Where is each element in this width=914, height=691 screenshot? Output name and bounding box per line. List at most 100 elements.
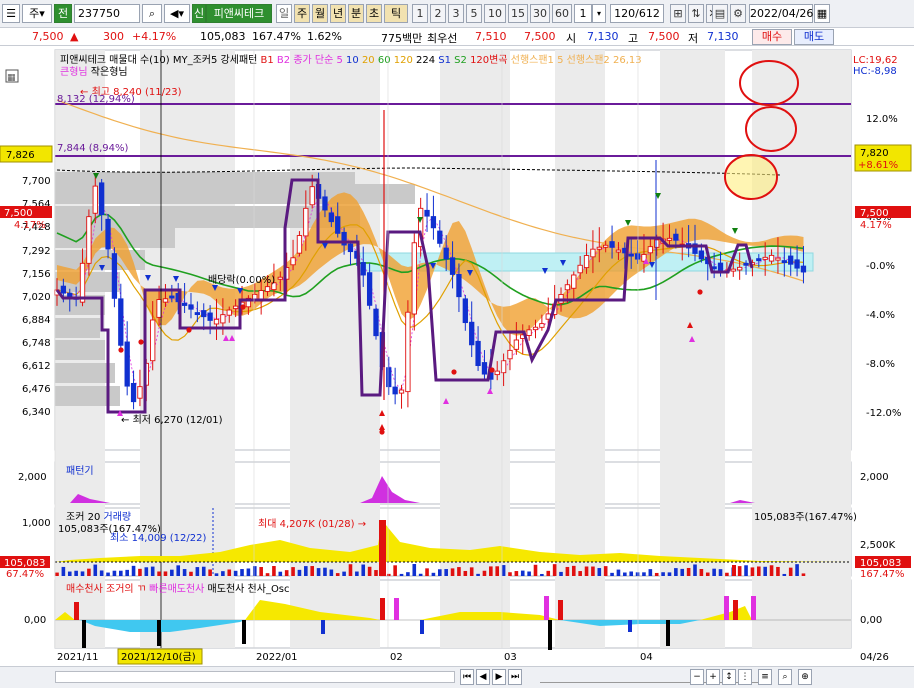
menu-icon[interactable]: ☰ <box>2 4 20 23</box>
count-field[interactable]: 1 <box>574 4 592 23</box>
legend-item[interactable]: 작은형님 <box>88 66 128 78</box>
open-label: 시 <box>566 32 577 45</box>
interval-1[interactable]: 1 <box>412 4 428 23</box>
period-week[interactable]: 주 <box>294 4 310 23</box>
cursor-price-text: 7,826 <box>6 150 35 161</box>
date-field[interactable]: 2022/04/26 <box>749 4 813 23</box>
search-chart-icon[interactable]: ⌕ <box>778 669 792 685</box>
period-tick[interactable]: 틱 <box>384 4 408 23</box>
legend-item[interactable]: 매수천사 <box>66 583 103 595</box>
legend-item[interactable]: 피앤씨테크 매물대 수(10) <box>60 54 170 66</box>
scroll-track[interactable] <box>55 671 455 683</box>
cursor-date-text: 2021/12/10(금) <box>121 651 196 663</box>
volume-bar <box>591 566 595 576</box>
candle-body <box>781 260 787 264</box>
legend-item[interactable]: 빠른매도천사 <box>146 583 204 595</box>
legend-item[interactable]: 천사_Osc <box>244 583 289 595</box>
interval-30[interactable]: 30 <box>530 4 550 23</box>
volume-min: 최소 14,009 (12/22) <box>110 532 206 544</box>
calendar-icon[interactable]: ▦ <box>814 4 830 23</box>
period-month[interactable]: 월 <box>312 4 328 23</box>
zoom-reset-icon[interactable]: ↕ <box>722 669 736 685</box>
grid-icon[interactable]: ⊞ <box>670 4 686 23</box>
candle-body <box>788 255 794 265</box>
shin-badge[interactable]: 신 <box>192 4 206 23</box>
stick-icon[interactable]: ⋮ <box>738 669 752 685</box>
volume-bar <box>514 571 519 576</box>
high-label: 고 <box>628 32 639 45</box>
legend-item[interactable]: 종가 단순 5 <box>290 54 343 66</box>
interval-5[interactable]: 5 <box>466 4 482 23</box>
pattern-axis-left: 2,000 <box>18 472 47 483</box>
period-minute[interactable]: 분 <box>348 4 364 23</box>
xaxis-right-label: 04/26 <box>860 652 889 663</box>
osc-axis-right: 0,00 <box>860 615 882 626</box>
right-axis-tick: -12.0% <box>866 408 901 419</box>
legend-item[interactable]: B1 <box>257 55 273 66</box>
nav-first-icon[interactable]: ⏮ <box>460 669 474 685</box>
volume-bar <box>80 571 85 576</box>
interval-10[interactable]: 10 <box>484 4 506 23</box>
candle-body <box>169 295 175 299</box>
best-label: 최우선 <box>427 32 458 45</box>
candle-body <box>507 349 513 360</box>
legend-list-2: 큰형님 작은형님 <box>60 66 128 78</box>
period-year[interactable]: 년 <box>330 4 346 23</box>
legend-item[interactable]: 10 <box>343 55 359 66</box>
sell-button[interactable]: 매도 <box>794 29 834 45</box>
low-annotation: ← 최저 6,270 (12/01) <box>121 414 223 426</box>
volume-axis-right: 2,500K <box>860 540 896 551</box>
sound-icon[interactable]: ◀▾ <box>164 4 190 23</box>
code-input[interactable]: 237750 <box>74 4 140 23</box>
volume-bar <box>227 569 232 576</box>
legend-item[interactable]: S2 <box>451 55 467 66</box>
volume-bar <box>763 566 767 576</box>
zoom-in-icon[interactable]: + <box>706 669 720 685</box>
period-second[interactable]: 초 <box>366 4 382 23</box>
market-select[interactable]: 주▾ <box>22 4 52 23</box>
zoom-out-icon[interactable]: − <box>690 669 704 685</box>
chart-svg[interactable]: 피앤씨테크 매물대 수(10) MY_조커5 강세패턴 B1 B2 종가 단순 … <box>0 46 914 688</box>
magnify-icon[interactable]: ⊕ <box>798 669 812 685</box>
candle-body <box>79 262 86 303</box>
arrows-icon[interactable]: ⇅ <box>688 4 704 23</box>
legend-item[interactable]: 매도천사 <box>204 583 244 595</box>
period-day[interactable]: 일 <box>276 4 292 23</box>
count-dropdown-icon[interactable]: ▾ <box>592 4 606 23</box>
legend-item[interactable]: B2 <box>274 55 290 66</box>
search-icon[interactable]: ⌕ <box>142 4 162 23</box>
legend-item[interactable]: 선행스팬2 26,13 <box>563 54 641 66</box>
candle-body <box>647 246 653 254</box>
list-icon[interactable]: ≡ <box>758 669 772 685</box>
gear-icon[interactable]: ⚙ <box>730 4 746 23</box>
legend-item[interactable]: 224 <box>413 55 435 66</box>
nav-next-icon[interactable]: ▶ <box>492 669 506 685</box>
legend-item[interactable]: 선행스팬1 5 <box>508 54 564 66</box>
legend-item[interactable]: 20 <box>359 55 375 66</box>
page-indicator: 120/612 <box>610 4 664 23</box>
legend-item[interactable]: 120변곡 <box>467 54 508 66</box>
chart-area[interactable]: 피앤씨테크 매물대 수(10) MY_조커5 강세패턴 B1 B2 종가 단순 … <box>0 46 914 688</box>
interval-2[interactable]: 2 <box>430 4 446 23</box>
volume-bar <box>654 572 659 576</box>
interval-3[interactable]: 3 <box>448 4 464 23</box>
nav-last-icon[interactable]: ⏭ <box>508 669 522 685</box>
legend-item[interactable]: 120 <box>391 55 413 66</box>
tag-jeon-button[interactable]: 전 <box>54 4 72 23</box>
legend-item[interactable]: 조거의 ㄲ <box>103 583 146 595</box>
nav-prev-icon[interactable]: ◀ <box>476 669 490 685</box>
interval-60[interactable]: 60 <box>552 4 572 23</box>
save-icon[interactable]: ▤ <box>712 4 728 23</box>
candle-body <box>347 243 354 253</box>
legend-item[interactable]: 큰형님 <box>60 66 88 78</box>
legend-item[interactable]: MY_조커5 강세패턴 <box>170 54 258 66</box>
legend-item[interactable]: S1 <box>435 55 451 66</box>
buy-button[interactable]: 매수 <box>752 29 792 45</box>
candle-body <box>264 286 271 292</box>
trade-amount: 775백만 <box>381 32 423 45</box>
candle-body <box>232 305 239 310</box>
volume-value: 105,083 <box>200 30 246 43</box>
volume-bar <box>335 573 340 576</box>
candle-body <box>775 257 781 261</box>
interval-15[interactable]: 15 <box>508 4 528 23</box>
